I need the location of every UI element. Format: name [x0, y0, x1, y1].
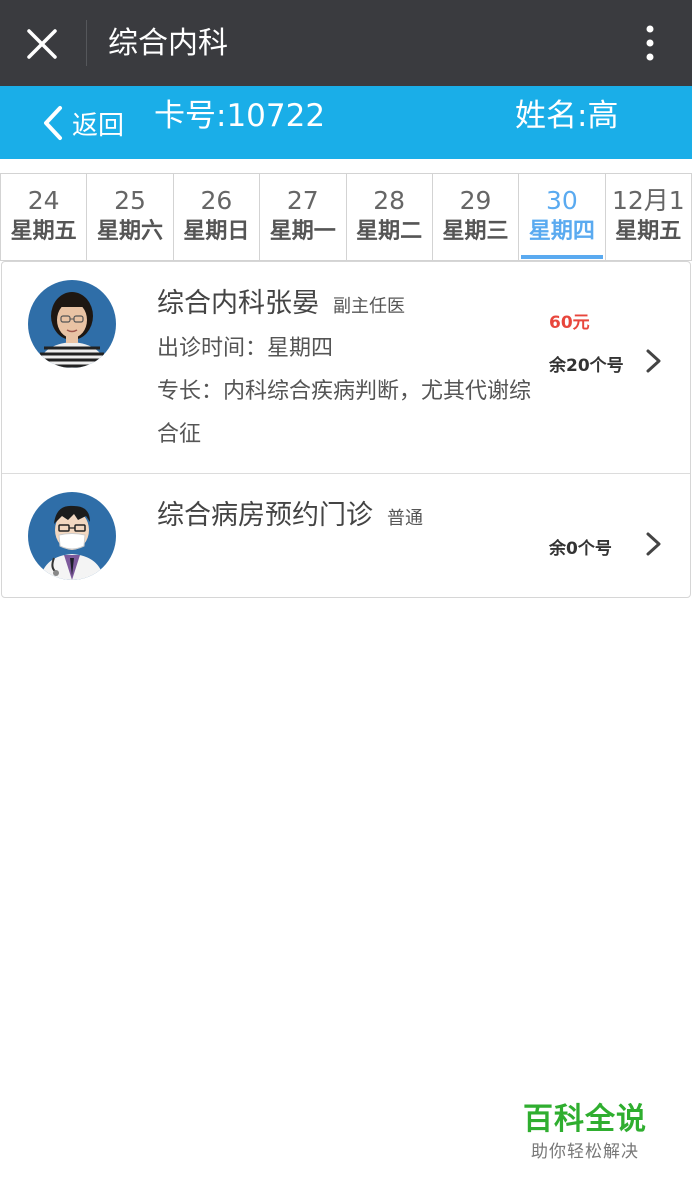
date-tab-29[interactable]: 29 星期三	[431, 174, 518, 260]
back-button[interactable]: 返回	[38, 100, 124, 146]
doctor-rank: 副主任医	[333, 296, 405, 317]
back-label: 返回	[72, 110, 125, 141]
chevron-left-icon	[44, 106, 62, 140]
doctor-item[interactable]: 综合病房预约门诊 普通 余0个号	[2, 474, 690, 597]
watermark: 百科全说 助你轻松解决	[510, 1100, 660, 1164]
date-tab-weekday: 星期二	[356, 219, 423, 244]
doctor-name: 综合内科张晏	[157, 288, 319, 319]
doctor-avatar	[28, 492, 116, 580]
date-tabs: 24 星期五 25 星期六 26 星期日 27 星期一 28 星期二 29 星期…	[0, 173, 692, 261]
doctor-item[interactable]: 综合内科张晏 副主任医 出诊时间：星期四 专长：内科综合疾病判断，尤其代谢综合征 …	[2, 262, 690, 474]
doctor-name-row: 综合病房预约门诊 普通	[157, 496, 423, 539]
date-tab-weekday: 星期一	[269, 219, 336, 244]
date-tab-day: 30	[546, 186, 578, 215]
watermark-subtitle: 助你轻松解决	[531, 1142, 639, 1162]
date-tab-day: 25	[114, 186, 146, 215]
date-tab-28[interactable]: 28 星期二	[345, 174, 432, 260]
date-tab-day: 26	[200, 186, 233, 215]
date-tab-day: 28	[373, 186, 406, 215]
chevron-right-icon	[642, 346, 664, 376]
card-number: 卡号:10722	[154, 98, 326, 134]
doctor-name-row: 综合内科张晏 副主任医	[157, 284, 405, 327]
date-tab-27[interactable]: 27 星期一	[259, 174, 345, 260]
doctor-specialty: 专长：内科综合疾病判断，尤其代谢综合征	[157, 379, 532, 447]
remaining-slots: 余20个号	[549, 356, 624, 376]
fee-label: 60元	[549, 313, 590, 333]
page: 综合内科 返回 卡号:10722 姓名:高 24 星期五 25 星期六 26 星…	[0, 0, 692, 1195]
watermark-title: 百科全说	[523, 1102, 647, 1137]
date-tab-24[interactable]: 24 星期五	[0, 174, 86, 260]
doctor-avatar	[28, 280, 116, 368]
patient-name: 姓名:高	[515, 98, 619, 134]
active-tab-indicator	[521, 255, 603, 259]
date-tab-day: 24	[27, 186, 60, 215]
date-tab-dec-1[interactable]: 12月1 星期五	[604, 174, 692, 260]
date-tab-day: 27	[286, 186, 319, 215]
doctor-name: 综合病房预约门诊	[157, 500, 373, 531]
doctor-rank: 普通	[387, 508, 423, 529]
page-title: 综合内科	[108, 26, 228, 61]
date-tab-26[interactable]: 26 星期日	[172, 174, 259, 260]
patient-header: 返回 卡号:10722 姓名:高	[0, 86, 692, 159]
date-tab-25[interactable]: 25 星期六	[86, 174, 172, 260]
chevron-right-icon	[642, 529, 664, 559]
title-divider	[86, 20, 87, 66]
date-tab-day: 12月1	[611, 186, 685, 215]
date-tab-weekday: 星期三	[442, 219, 509, 244]
doctor-list: 综合内科张晏 副主任医 出诊时间：星期四 专长：内科综合疾病判断，尤其代谢综合征 …	[1, 261, 691, 598]
date-tab-weekday: 星期四	[528, 219, 595, 244]
date-tab-weekday: 星期日	[183, 219, 250, 244]
date-tab-30[interactable]: 30 星期四	[518, 174, 604, 260]
date-tab-weekday: 星期六	[97, 219, 164, 244]
close-icon[interactable]	[20, 22, 64, 66]
remaining-slots: 余0个号	[549, 539, 612, 559]
date-tab-day: 29	[459, 186, 492, 215]
title-bar: 综合内科	[0, 0, 692, 86]
clinic-time: 出诊时间：星期四	[157, 336, 334, 361]
more-menu-icon[interactable]	[630, 22, 670, 66]
date-tab-weekday: 星期五	[615, 219, 682, 244]
date-tab-weekday: 星期五	[10, 219, 77, 244]
